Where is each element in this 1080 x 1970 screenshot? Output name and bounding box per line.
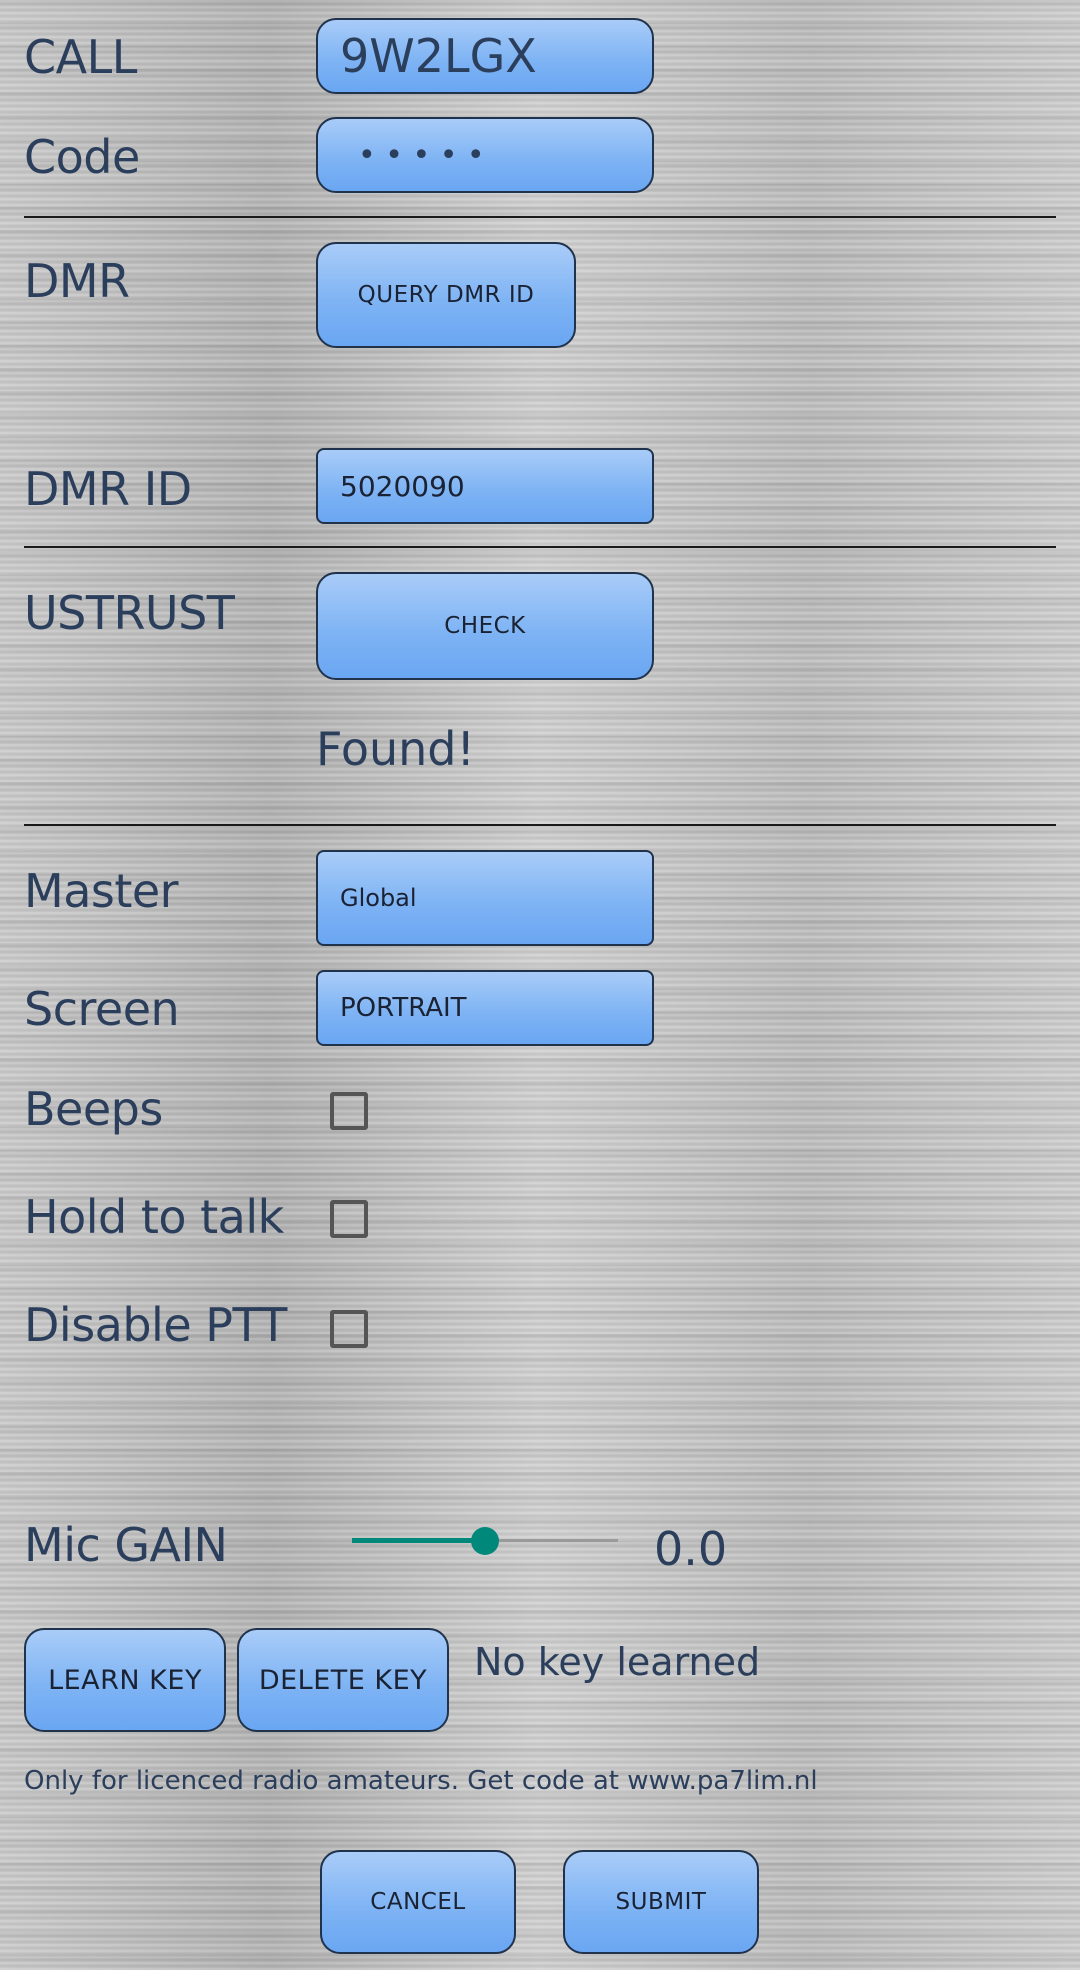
call-label: CALL bbox=[24, 30, 137, 84]
separator bbox=[24, 216, 1056, 218]
mic-gain-value: 0.0 bbox=[654, 1522, 728, 1576]
learn-key-button[interactable]: LEARN KEY bbox=[24, 1628, 226, 1732]
key-status: No key learned bbox=[474, 1640, 761, 1684]
submit-button[interactable]: SUBMIT bbox=[563, 1850, 759, 1954]
call-input[interactable]: 9W2LGX bbox=[316, 18, 654, 94]
master-select[interactable]: Global bbox=[316, 850, 654, 946]
cancel-button[interactable]: CANCEL bbox=[320, 1850, 516, 1954]
separator bbox=[24, 824, 1056, 826]
dmr-label: DMR bbox=[24, 254, 130, 308]
beeps-checkbox[interactable] bbox=[330, 1092, 368, 1130]
dmr-id-input[interactable]: 5020090 bbox=[316, 448, 654, 524]
hold-to-talk-label: Hold to talk bbox=[24, 1190, 284, 1244]
ustrust-label: USTRUST bbox=[24, 586, 235, 640]
check-button[interactable]: CHECK bbox=[316, 572, 654, 680]
mic-gain-label: Mic GAIN bbox=[24, 1518, 228, 1572]
footer-note: Only for licenced radio amateurs. Get co… bbox=[24, 1766, 818, 1796]
screen-label: Screen bbox=[24, 982, 180, 1036]
hold-to-talk-checkbox[interactable] bbox=[330, 1200, 368, 1238]
beeps-label: Beeps bbox=[24, 1082, 163, 1136]
disable-ptt-label: Disable PTT bbox=[24, 1298, 287, 1352]
code-input[interactable]: • • • • • bbox=[316, 117, 654, 193]
query-dmr-id-button[interactable]: QUERY DMR ID bbox=[316, 242, 576, 348]
separator bbox=[24, 546, 1056, 548]
code-label: Code bbox=[24, 130, 140, 184]
disable-ptt-checkbox[interactable] bbox=[330, 1310, 368, 1348]
ustrust-status: Found! bbox=[316, 722, 475, 776]
mic-gain-slider[interactable] bbox=[352, 1526, 618, 1556]
slider-thumb[interactable] bbox=[471, 1527, 499, 1555]
screen-select[interactable]: PORTRAIT bbox=[316, 970, 654, 1046]
master-label: Master bbox=[24, 864, 179, 918]
delete-key-button[interactable]: DELETE KEY bbox=[237, 1628, 449, 1732]
slider-fill bbox=[352, 1538, 485, 1543]
dmr-id-label: DMR ID bbox=[24, 462, 192, 516]
